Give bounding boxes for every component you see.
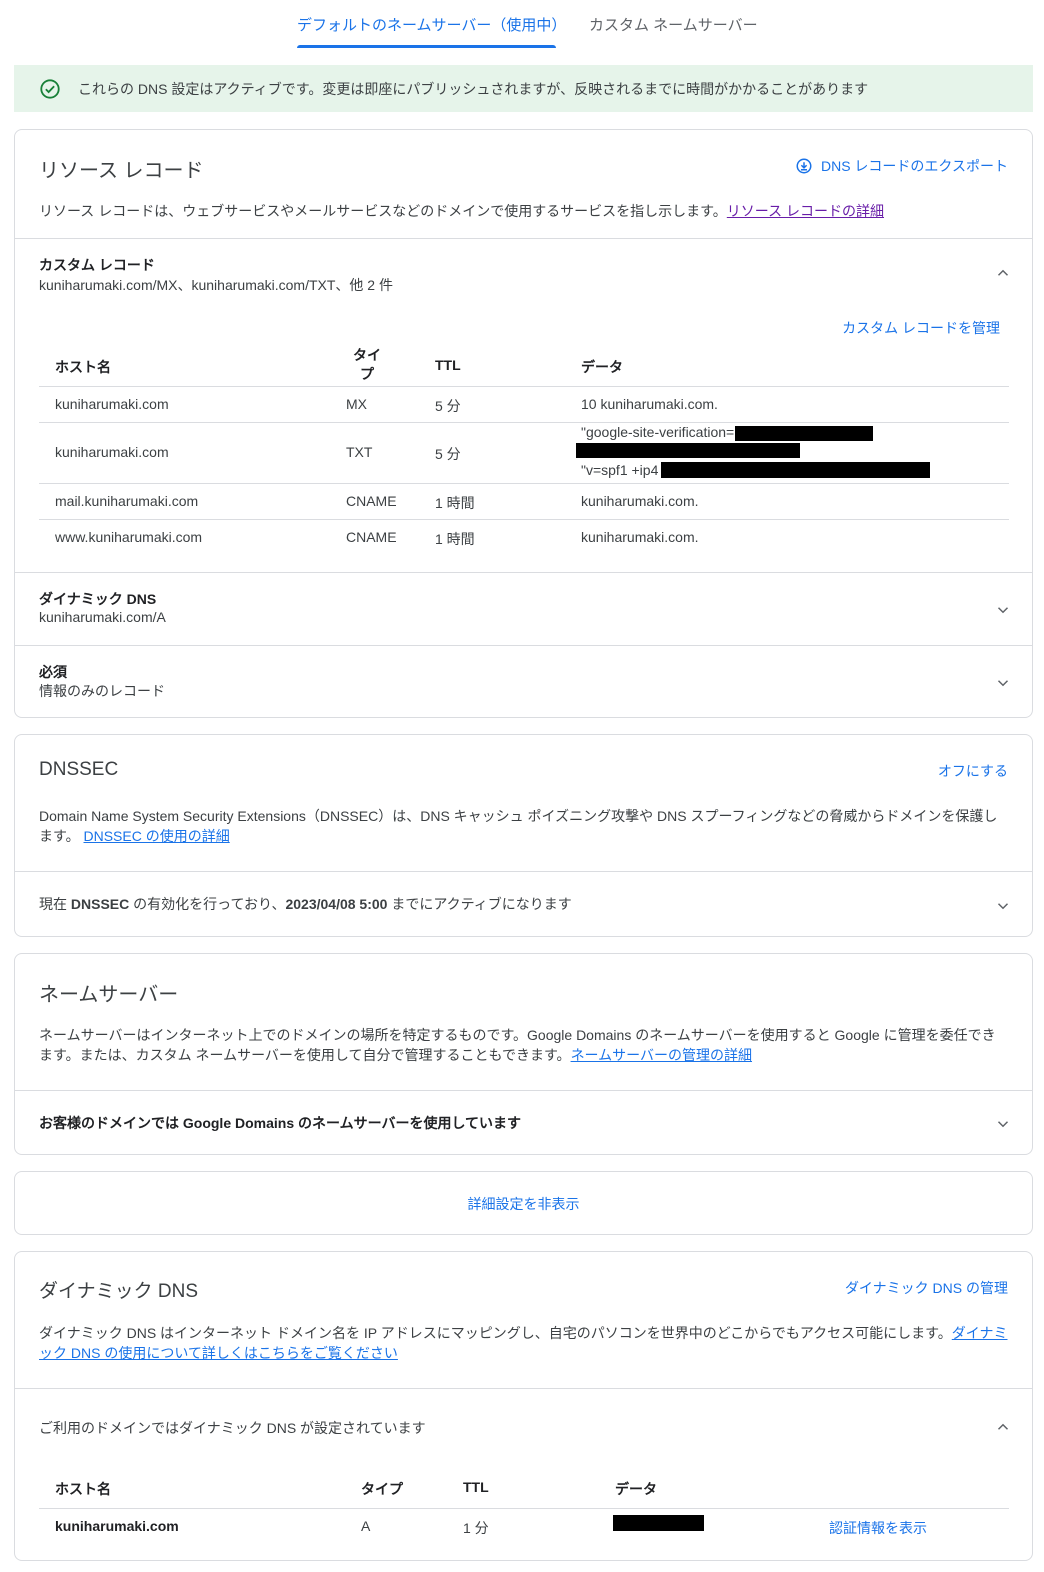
redaction-bar: [613, 1515, 704, 1531]
chevron-down-icon[interactable]: [994, 674, 1012, 692]
required-section-subtitle: 情報のみのレコード: [39, 683, 165, 699]
nameservers-learn-more-link[interactable]: ネームサーバーの管理の詳細: [571, 1047, 752, 1063]
column-header-host: ホスト名: [55, 359, 111, 375]
dynamic-dns-section-title[interactable]: ダイナミック DNS: [39, 589, 156, 609]
card-description: リソース レコードは、ウェブサービスやメールサービスなどのドメインで使用するサー…: [39, 201, 1008, 221]
hide-advanced-settings-button[interactable]: 詳細設定を非表示: [15, 1194, 1032, 1214]
column-header-type: タイプ: [353, 347, 381, 382]
card-description: Domain Name System Security Extensions（D…: [39, 806, 1008, 846]
row-type: CNAME: [346, 493, 397, 509]
dnssec-learn-more-link[interactable]: DNSSEC の使用の詳細: [84, 828, 230, 844]
dnssec-card: DNSSEC オフにする Domain Name System Security…: [14, 734, 1033, 937]
export-label: DNS レコードのエクスポート: [820, 158, 1008, 174]
row-data-line1: "google-site-verification=: [581, 424, 735, 440]
description-text: リソース レコードは、ウェブサービスやメールサービスなどのドメインで使用するサー…: [39, 203, 727, 219]
column-header-host: ホスト名: [55, 1481, 111, 1497]
dynamic-dns-section-subtitle: kuniharumaki.com/A: [39, 609, 166, 625]
divider: [15, 871, 1032, 872]
download-icon: [796, 158, 812, 174]
dynamic-dns-status[interactable]: ご利用のドメインではダイナミック DNS が設定されています: [39, 1418, 426, 1438]
status-text: までにアクティブになります: [387, 896, 572, 912]
row-host: kuniharumaki.com: [55, 444, 169, 460]
divider: [15, 1388, 1032, 1389]
row-ttl: 1 分: [463, 1520, 489, 1536]
chevron-up-icon[interactable]: [994, 1418, 1012, 1436]
divider: [39, 422, 1009, 423]
row-ttl: 5 分: [435, 446, 461, 462]
show-credentials-button[interactable]: 認証情報を表示: [829, 1518, 927, 1538]
card-title: DNSSEC: [39, 759, 119, 780]
card-title: リソース レコード: [39, 160, 204, 182]
divider: [15, 238, 1032, 239]
advanced-settings-card: 詳細設定を非表示: [14, 1171, 1033, 1235]
required-section-title[interactable]: 必須: [39, 662, 67, 682]
description-text: ネームサーバーはインターネット上でのドメインの場所を特定するものです。Googl…: [39, 1027, 996, 1063]
divider: [39, 386, 1009, 387]
row-type: MX: [346, 396, 367, 412]
card-description: ネームサーバーはインターネット上でのドメインの場所を特定するものです。Googl…: [39, 1025, 1008, 1065]
status-text: 現在: [39, 896, 71, 912]
tab-default-nameservers[interactable]: デフォルトのネームサーバー（使用中）: [297, 14, 566, 35]
resource-records-card: リソース レコード DNS レコードのエクスポート リソース レコードは、ウェブ…: [14, 129, 1033, 718]
status-date: 2023/04/08 5:00: [285, 896, 388, 912]
manage-dynamic-dns-button[interactable]: ダイナミック DNS の管理: [845, 1278, 1008, 1298]
column-header-ttl: TTL: [463, 1479, 489, 1495]
card-title: ダイナミック DNS: [39, 1281, 199, 1302]
active-tab-indicator: [297, 45, 556, 48]
row-type: A: [361, 1518, 371, 1534]
tab-custom-nameservers[interactable]: カスタム ネームサーバー: [589, 14, 758, 35]
row-data: kuniharumaki.com.: [581, 529, 699, 545]
column-header-data: データ: [581, 359, 623, 375]
redaction-bar: [576, 443, 800, 458]
row-data: kuniharumaki.com.: [581, 493, 699, 509]
column-header-type: タイプ: [361, 1481, 403, 1497]
divider: [15, 645, 1032, 646]
chevron-down-icon[interactable]: [994, 897, 1012, 915]
chevron-down-icon[interactable]: [994, 601, 1012, 619]
nameserver-tabs: デフォルトのネームサーバー（使用中） カスタム ネームサーバー: [0, 0, 1044, 50]
card-description: ダイナミック DNS はインターネット ドメイン名を IP アドレスにマッピング…: [39, 1323, 1008, 1363]
manage-custom-records-button[interactable]: カスタム レコードを管理: [842, 318, 1000, 338]
chevron-up-icon[interactable]: [994, 264, 1012, 282]
turn-off-dnssec-button[interactable]: オフにする: [938, 761, 1008, 781]
row-data: 10 kuniharumaki.com.: [581, 396, 718, 412]
divider: [15, 572, 1032, 573]
redaction-bar: [661, 462, 930, 478]
row-host: kuniharumaki.com: [55, 1518, 179, 1534]
divider: [39, 483, 1009, 484]
redaction-bar: [735, 426, 873, 441]
dnssec-status[interactable]: 現在 DNSSEC の有効化を行っており、2023/04/08 5:00 までに…: [39, 894, 572, 914]
column-header-ttl: TTL: [435, 357, 461, 373]
dynamic-dns-card: ダイナミック DNS ダイナミック DNS の管理 ダイナミック DNS はイン…: [14, 1251, 1033, 1561]
row-host: mail.kuniharumaki.com: [55, 493, 199, 509]
row-type: CNAME: [346, 529, 397, 545]
column-header-data: データ: [615, 1481, 657, 1497]
status-text: の有効化を行っており、: [129, 896, 286, 912]
row-host: kuniharumaki.com: [55, 396, 169, 412]
resource-records-learn-more-link[interactable]: リソース レコードの詳細: [727, 203, 884, 219]
row-data-line2: "v=spf1 +ip4: [581, 462, 659, 478]
custom-records-subtitle: kuniharumaki.com/MX、kuniharumaki.com/TXT…: [39, 277, 393, 293]
divider: [39, 519, 1009, 520]
banner-text: これらの DNS 設定はアクティブです。変更は即座にパブリッシュされますが、反映…: [78, 80, 869, 97]
row-ttl: 1 時間: [435, 495, 475, 511]
row-ttl: 5 分: [435, 398, 461, 414]
nameservers-card: ネームサーバー ネームサーバーはインターネット上でのドメインの場所を特定するもの…: [14, 953, 1033, 1155]
check-circle-icon: [40, 78, 60, 99]
divider: [39, 1508, 1009, 1509]
status-text-bold: DNSSEC: [70, 896, 130, 912]
divider: [15, 1090, 1032, 1091]
card-title: ネームサーバー: [39, 984, 179, 1006]
row-type: TXT: [346, 444, 373, 460]
description-text: ダイナミック DNS はインターネット ドメイン名を IP アドレスにマッピング…: [39, 1325, 952, 1341]
row-ttl: 1 時間: [435, 531, 475, 547]
chevron-down-icon[interactable]: [994, 1115, 1012, 1133]
export-dns-records-button[interactable]: DNS レコードのエクスポート: [795, 156, 1008, 176]
active-settings-banner: これらの DNS 設定はアクティブです。変更は即座にパブリッシュされますが、反映…: [14, 65, 1033, 112]
custom-records-title[interactable]: カスタム レコード: [39, 255, 155, 275]
row-host: www.kuniharumaki.com: [55, 529, 203, 545]
nameservers-status[interactable]: お客様のドメインでは Google Domains のネームサーバーを使用してい…: [39, 1113, 521, 1133]
